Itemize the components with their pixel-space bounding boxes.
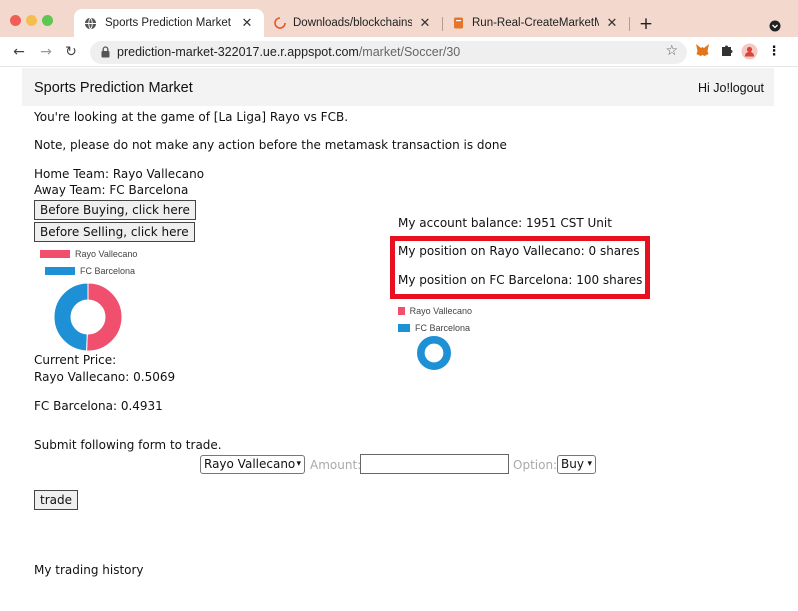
legend-label: Rayo Vallecano [409,306,472,316]
chevron-down-icon: ▾ [296,459,301,469]
minimize-window-button[interactable] [26,15,37,26]
tab-run-real-create-market-maker[interactable]: Run-Real-CreateMarketMaker ✕ [443,9,629,37]
tab-separator [629,17,630,31]
metamask-fox-icon[interactable] [693,43,711,61]
position-legend-rayo[interactable]: Rayo Vallecano [398,306,472,316]
close-tab-icon[interactable]: ✕ [418,15,432,31]
tab-sports-prediction-market[interactable]: Sports Prediction Market ✕ [74,9,264,37]
address-bar[interactable]: prediction-market-322017.ue.r.appspot.co… [90,41,687,64]
close-window-button[interactable] [10,15,21,26]
game-intro-text: You're looking at the game of [La Liga] … [34,110,349,124]
price-rayo-text: Rayo Vallecano: 0.5069 [34,370,176,384]
kebab-menu-icon[interactable]: ⋮ [765,43,783,61]
amount-input[interactable] [360,454,509,474]
metamask-note-text: Note, please do not make any action befo… [34,138,507,152]
legend-label: FC Barcelona [80,266,136,276]
reload-icon[interactable]: ↻ [62,43,80,61]
price-donut-chart [53,282,123,352]
forward-arrow-icon[interactable]: → [37,43,55,61]
before-buying-button[interactable]: Before Buying, click here [34,200,196,220]
bookmark-star-icon[interactable]: ☆ [665,43,678,59]
user-area: Hi Jo!logout [698,81,764,95]
position-legend-fcb[interactable]: FC Barcelona [398,323,470,333]
trade-submit-button[interactable]: trade [34,490,78,510]
option-label: Option: [513,458,558,472]
tab-search-icon[interactable] [769,20,781,32]
position-fcb-text: My position on FC Barcelona: 100 shares [398,273,643,287]
position-rayo-text: My position on Rayo Vallecano: 0 shares [398,244,640,258]
donut-slice-fc-barcelona[interactable] [416,335,452,371]
legend-swatch [398,307,405,315]
url-text: prediction-market-322017.ue.r.appspot.co… [117,45,460,59]
donut-slice-fc-barcelona[interactable] [53,282,89,352]
profile-avatar-icon[interactable] [740,43,758,61]
trade-form-intro: Submit following form to trade. [34,438,222,452]
legend-swatch [398,324,410,332]
new-tab-button[interactable]: + [637,15,655,33]
home-team-text: Home Team: Rayo Vallecano [34,167,205,181]
team-select[interactable]: Rayo Vallecano ▾ [200,455,305,474]
legend-label: FC Barcelona [414,323,470,333]
before-selling-button[interactable]: Before Selling, click here [34,222,195,242]
site-header: Sports Prediction Market Hi Jo!logout [22,68,774,106]
tab-title: Downloads/blockchains/cu_pr [293,17,412,29]
back-arrow-icon[interactable]: ← [10,43,28,61]
current-price-heading: Current Price: [34,353,117,367]
team-select-value: Rayo Vallecano [204,457,296,471]
tab-title: Sports Prediction Market [105,17,231,29]
maximize-window-button[interactable] [42,15,53,26]
amount-label: Amount: [310,458,362,472]
price-legend-fcb[interactable]: FC Barcelona [45,266,135,276]
donut-slice-rayo-vallecano[interactable] [86,282,123,352]
close-tab-icon[interactable]: ✕ [240,15,254,31]
lock-icon [101,46,110,58]
away-team-text: Away Team: FC Barcelona [34,183,189,197]
legend-swatch [45,267,75,275]
account-balance-text: My account balance: 1951 CST Unit [398,216,612,230]
tab-downloads[interactable]: Downloads/blockchains/cu_pr ✕ [264,9,442,37]
price-fcb-text: FC Barcelona: 0.4931 [34,399,163,413]
greeting-text: Hi Jo! [697,81,730,95]
chevron-down-icon: ▾ [587,459,592,469]
browser-toolbar: ← → ↻ prediction-market-322017.ue.r.apps… [0,37,798,67]
url-host: prediction-market-322017.ue.r.appspot.co… [117,45,359,59]
price-legend-rayo[interactable]: Rayo Vallecano [40,249,137,259]
option-select-value: Buy [561,457,584,471]
position-donut-chart [416,335,452,371]
site-brand[interactable]: Sports Prediction Market [34,80,193,96]
loading-spinner-icon [274,17,286,29]
logout-link[interactable]: logout [730,81,764,95]
url-path: /market/Soccer/30 [358,45,461,59]
tab-title: Run-Real-CreateMarketMaker [472,17,599,29]
globe-icon [84,17,97,29]
legend-label: Rayo Vallecano [75,249,138,259]
option-select[interactable]: Buy ▾ [557,455,596,474]
trading-history-heading: My trading history [34,563,144,577]
legend-swatch [40,250,70,258]
close-tab-icon[interactable]: ✕ [605,15,619,31]
browser-tab-bar: Sports Prediction Market ✕ Downloads/blo… [0,0,798,37]
page-icon [454,17,463,29]
puzzle-extensions-icon[interactable] [718,43,736,61]
